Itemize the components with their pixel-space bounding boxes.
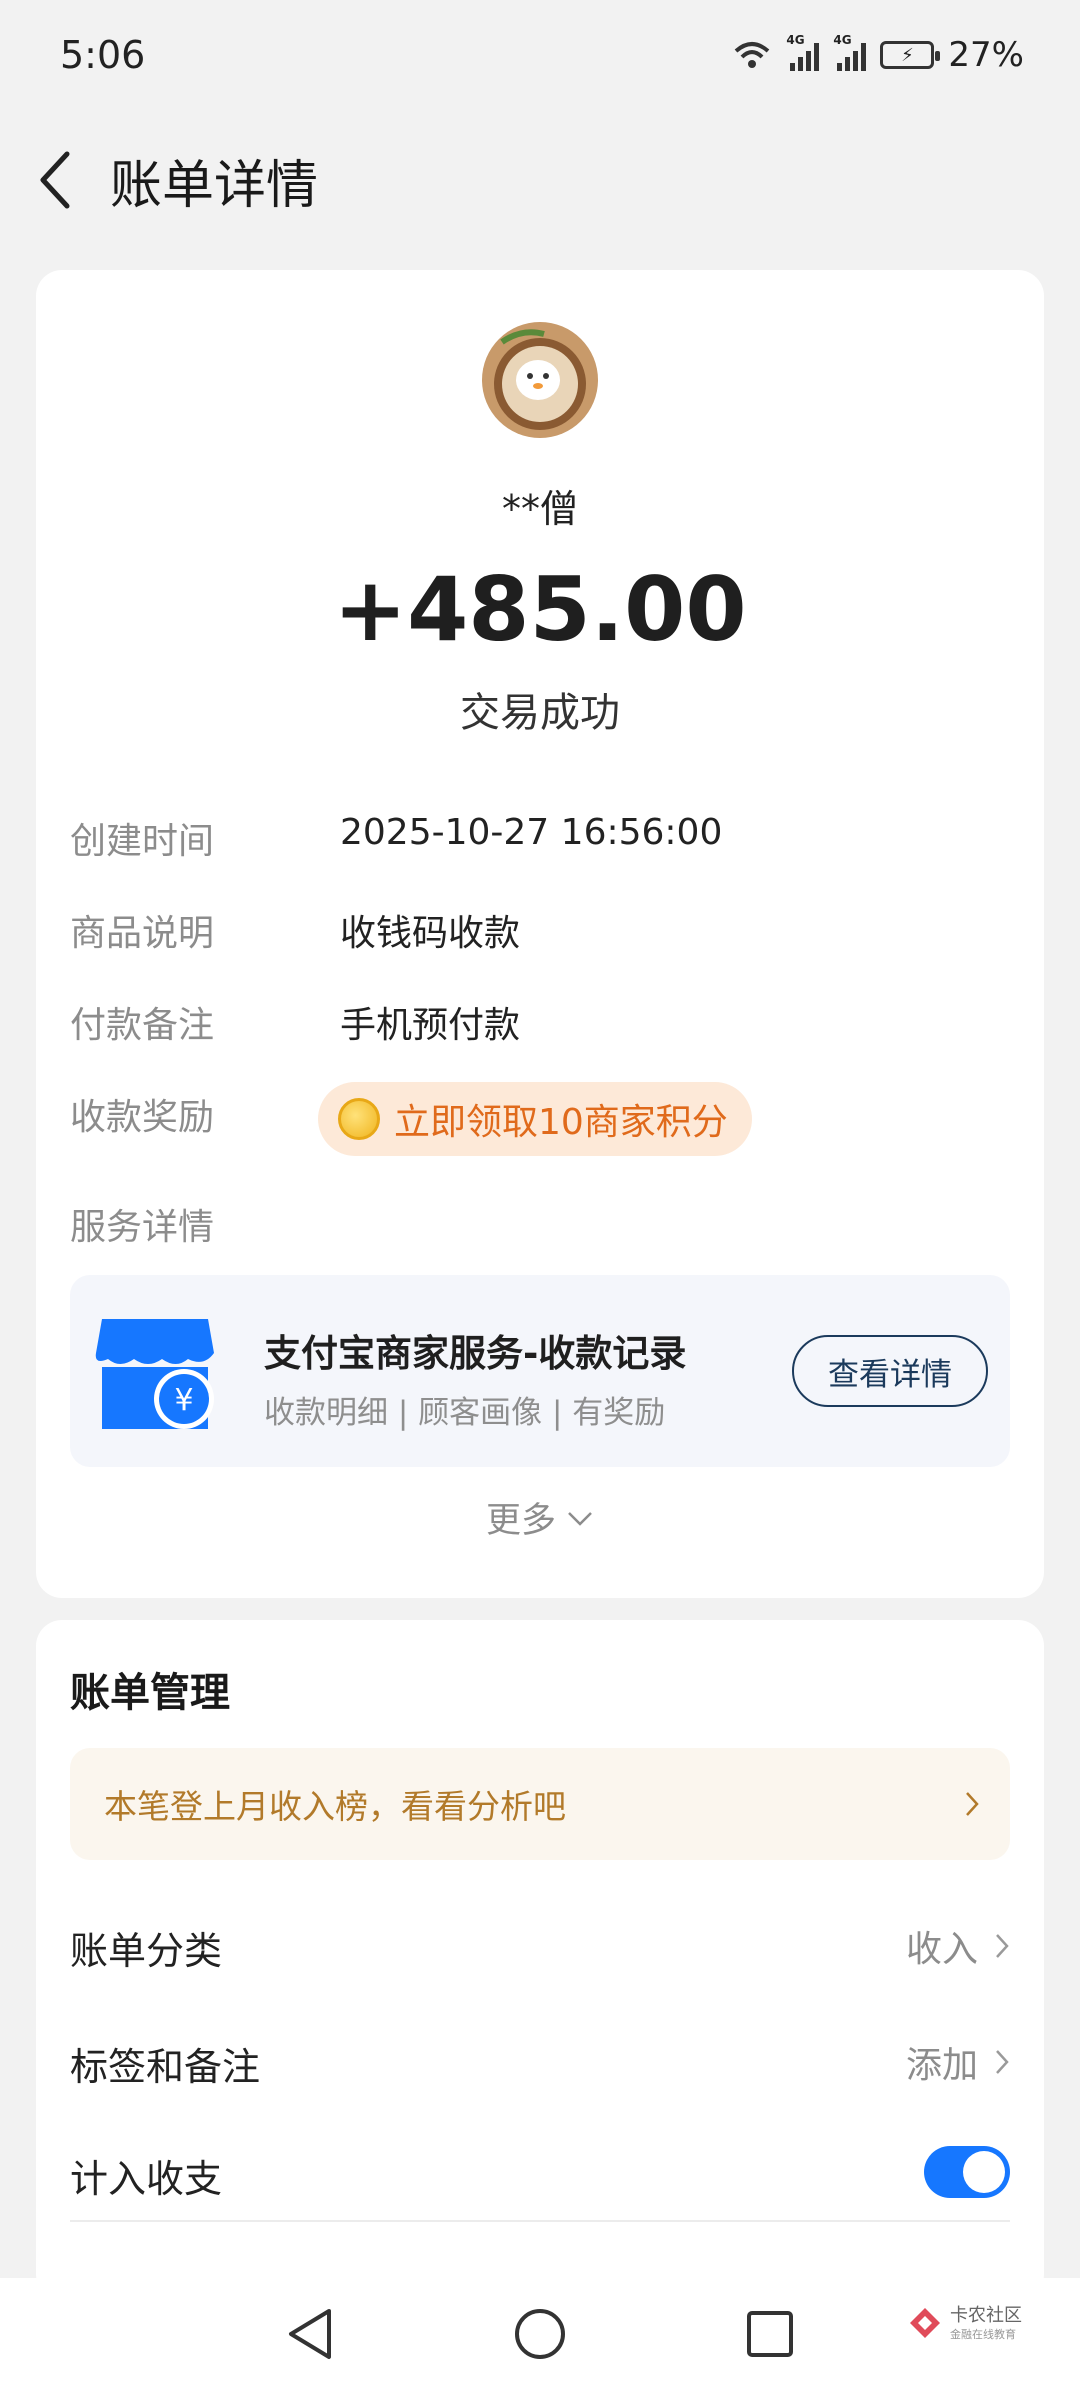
more-toggle[interactable]: 更多	[36, 1492, 1044, 1543]
cell-signal-icon: 4G	[786, 33, 820, 71]
info-value-remark: 手机预付款	[340, 1005, 521, 1046]
status-icons: 4G 4G ⚡ 27%	[732, 33, 1024, 75]
header: 账单详情	[0, 130, 1080, 230]
view-details-button[interactable]: 查看详情	[792, 1335, 988, 1407]
nav-home-button[interactable]	[508, 2302, 572, 2366]
info-label-reward: 收款奖励	[70, 1097, 215, 1138]
reward-claim-button[interactable]: 立即领取10商家积分	[318, 1082, 752, 1156]
tags-notes-label: 标签和备注	[70, 2045, 261, 2089]
square-recents-icon	[747, 2311, 793, 2357]
chevron-right-icon	[996, 2050, 1009, 2074]
info-value-created-time: 2025-10-27 16:56:00	[340, 812, 723, 853]
shop-icon: ¥	[95, 1319, 214, 1429]
nav-back-button[interactable]	[278, 2302, 342, 2366]
reward-text: 立即领取10商家积分	[394, 1102, 728, 1143]
watermark-logo-icon	[910, 2308, 940, 2338]
tags-notes-add[interactable]: 添加	[906, 2036, 1010, 2088]
circle-home-icon	[515, 2309, 565, 2359]
watermark-text: 卡农社区	[950, 2304, 1022, 2326]
transaction-card: **僧 +485.00 交易成功 创建时间 2025-10-27 16:56:0…	[36, 270, 1044, 1598]
chevron-down-icon	[568, 1511, 592, 1526]
transaction-amount: +485.00	[333, 558, 747, 661]
transaction-status: 交易成功	[460, 690, 620, 736]
more-label: 更多	[485, 1501, 556, 1541]
svg-text:¥: ¥	[174, 1383, 193, 1418]
info-label-product: 商品说明	[70, 913, 215, 954]
watermark: 卡农社区 金融在线教育	[908, 2306, 1022, 2340]
battery-icon: ⚡	[880, 41, 941, 69]
include-in-stats-toggle[interactable]	[924, 2146, 1010, 2198]
back-button[interactable]	[0, 130, 110, 230]
info-label-created-time: 创建时间	[70, 821, 215, 862]
chevron-left-icon	[40, 151, 70, 209]
triangle-back-icon	[289, 2309, 331, 2359]
service-subtitle: 收款明细 | 顾客画像 | 有奖励	[264, 1395, 666, 1431]
coin-icon	[338, 1098, 380, 1140]
income-rank-banner[interactable]: 本笔登上月收入榜，看看分析吧	[70, 1748, 1010, 1860]
bill-category-label: 账单分类	[70, 1929, 223, 1973]
watermark-subtext: 金融在线教育	[950, 2327, 1016, 2341]
service-title: 支付宝商家服务-收款记录	[264, 1332, 687, 1375]
info-label-service: 服务详情	[70, 1207, 215, 1248]
battery-percent: 27%	[948, 35, 1024, 75]
bill-category-value: 收入	[905, 1929, 978, 1970]
chevron-right-icon	[966, 1792, 979, 1816]
info-label-remark: 付款备注	[70, 1005, 215, 1046]
cell-signal-2-icon: 4G	[833, 33, 867, 71]
service-card[interactable]: ¥ 支付宝商家服务-收款记录 收款明细 | 顾客画像 | 有奖励 查看详情	[70, 1275, 1010, 1467]
bill-category-selector[interactable]: 收入	[906, 1920, 1010, 1972]
info-value-product: 收钱码收款	[340, 913, 521, 954]
chevron-right-icon	[996, 1934, 1009, 1958]
bill-management-card: 账单管理 本笔登上月收入榜，看看分析吧 账单分类 收入 标签和备注 添加 计入收…	[36, 1620, 1044, 2300]
tags-notes-value: 添加	[905, 2045, 978, 2086]
wifi-icon	[735, 42, 770, 68]
payer-name: **僧	[501, 487, 578, 531]
avatar[interactable]	[482, 322, 598, 438]
promo-text: 本笔登上月收入榜，看看分析吧	[104, 1787, 566, 1826]
page-title: 账单详情	[110, 155, 319, 216]
status-bar: 5:06 4G 4G ⚡ 27%	[0, 0, 1080, 110]
nav-recents-button[interactable]	[738, 2302, 802, 2366]
section-title: 账单管理	[70, 1670, 230, 1716]
status-time: 5:06	[60, 33, 146, 77]
include-in-stats-label: 计入收支	[70, 2157, 223, 2201]
divider	[70, 2220, 1010, 2222]
